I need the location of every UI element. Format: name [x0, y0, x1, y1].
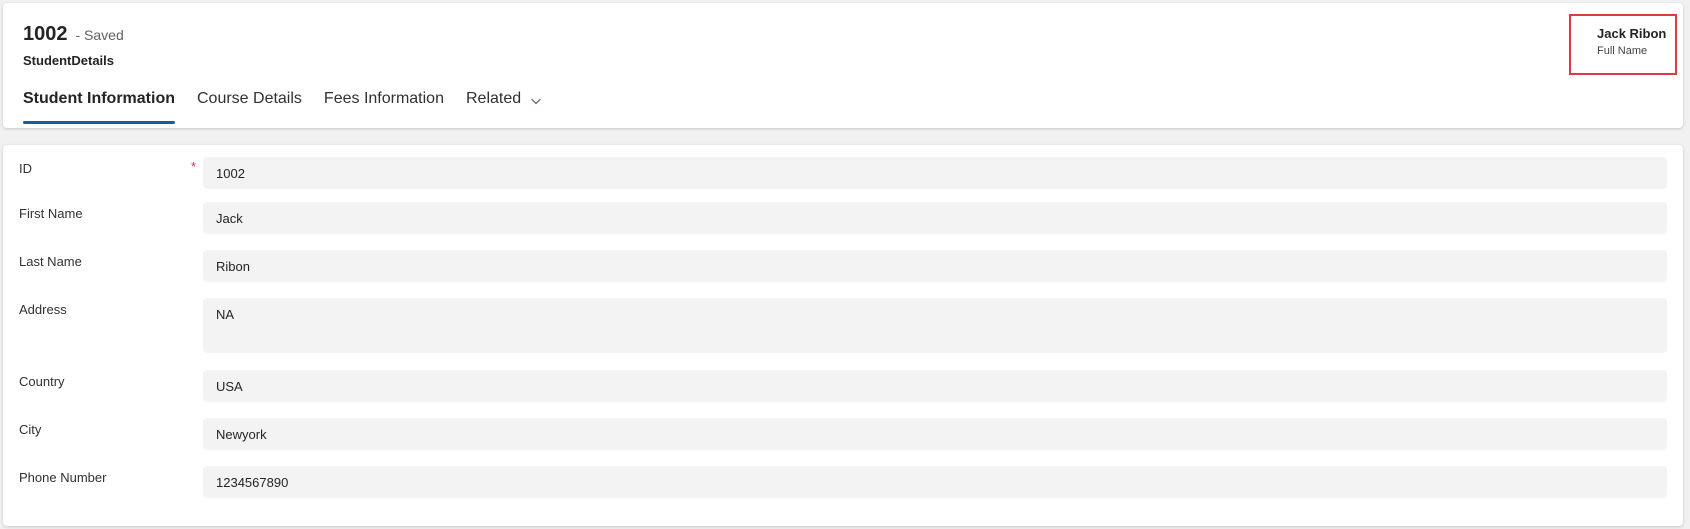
- record-header: 1002 - Saved StudentDetails Student Info…: [3, 3, 1683, 128]
- field-label-city: City: [19, 422, 42, 437]
- tab-related[interactable]: Related: [466, 85, 542, 125]
- form-tabs: Student Information Course Details Fees …: [23, 85, 564, 125]
- id-field[interactable]: 1002: [203, 157, 1667, 189]
- tab-label: Student Information: [23, 90, 175, 107]
- field-label-phone-number: Phone Number: [19, 470, 107, 485]
- city-field[interactable]: Newyork: [203, 418, 1667, 450]
- record-title-row: 1002 - Saved: [23, 23, 124, 46]
- field-label-last-name: Last Name: [19, 254, 82, 269]
- required-marker: *: [191, 159, 197, 174]
- full-name-label: Full Name: [1597, 45, 1648, 57]
- save-status: - Saved: [75, 27, 124, 43]
- field-label-first-name: First Name: [19, 206, 83, 221]
- record-title: 1002: [23, 23, 68, 45]
- first-name-field[interactable]: Jack: [203, 202, 1667, 234]
- tab-fees-information[interactable]: Fees Information: [324, 85, 444, 125]
- header-field-full-name[interactable]: Jack Ribon Full Name: [1569, 14, 1677, 75]
- tab-label: Course Details: [196, 90, 302, 107]
- tab-label: Fees Information: [323, 90, 444, 107]
- tab-label: Related: [465, 90, 522, 107]
- field-label-address: Address: [19, 302, 67, 317]
- field-label-country: Country: [19, 374, 65, 389]
- form-section: ID * 1002 First Name Jack Last Name Ribo…: [3, 145, 1683, 526]
- tab-student-information[interactable]: Student Information: [23, 85, 175, 125]
- tab-course-details[interactable]: Course Details: [197, 85, 302, 125]
- full-name-value: Jack Ribon: [1597, 26, 1667, 41]
- last-name-field[interactable]: Ribon: [203, 250, 1667, 282]
- address-field[interactable]: NA: [203, 298, 1667, 353]
- entity-name: StudentDetails: [23, 53, 115, 68]
- field-label-id: ID: [19, 161, 32, 176]
- phone-number-field[interactable]: 1234567890: [203, 466, 1667, 498]
- country-field[interactable]: USA: [203, 370, 1667, 402]
- chevron-down-icon: [531, 98, 542, 105]
